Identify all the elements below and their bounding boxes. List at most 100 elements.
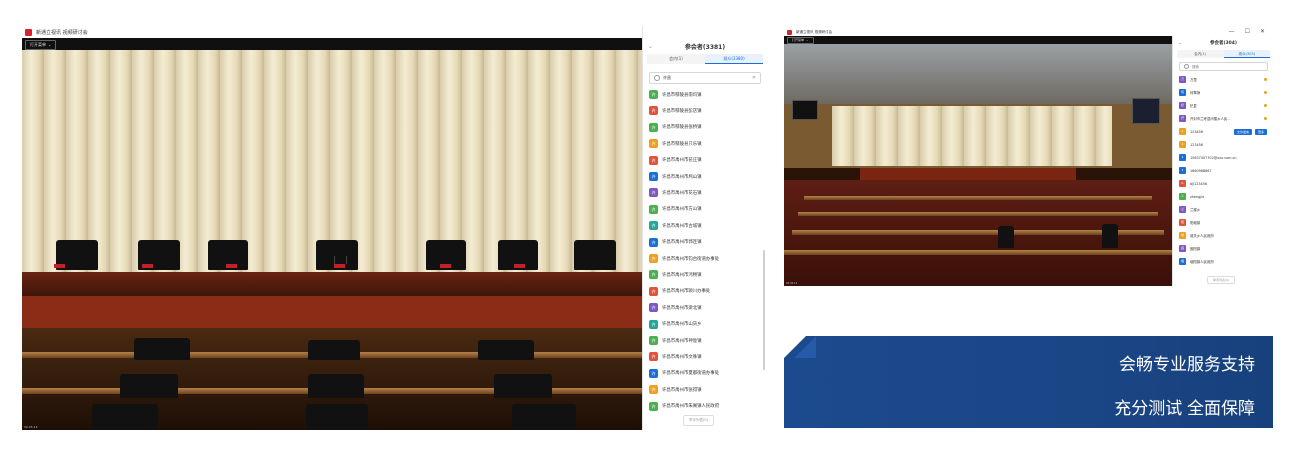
window-controls: — ☐ ✕ — [1229, 28, 1265, 36]
menu-button[interactable]: 打开菜单 ⌄ — [25, 40, 57, 50]
participant-row[interactable]: 许许昌市禹州市山货乡 — [649, 316, 761, 333]
video-area[interactable]: 打开菜单 ⌄ 00:05:14 — [22, 38, 642, 430]
avatar: 杞 — [1179, 102, 1186, 109]
participant-list[interactable]: 许许昌市鄢陵县南坞镇许许昌市鄢陵县彭店镇许许昌市鄢陵县张桥镇许许昌市鄢陵县只乐镇… — [643, 86, 761, 412]
tab-in-meeting[interactable]: 会内(1) — [647, 54, 705, 64]
participant-row[interactable]: 固固阳镇 — [1179, 243, 1270, 254]
participant-row[interactable]: 许许昌市禹州市颍川办事处 — [649, 283, 761, 300]
participant-name: 兰楼乡 — [1190, 208, 1201, 212]
menu-button[interactable]: 打开菜单 ⌄ — [787, 37, 814, 44]
participant-row[interactable]: 许许昌市禹州市夏都街道办事处 — [649, 365, 761, 382]
participant-row[interactable]: 许许昌市鄢陵县只乐镇 — [649, 135, 761, 152]
raise-hand-list-button[interactable]: 举手列表(0) — [683, 415, 714, 426]
participant-row[interactable]: 许许昌市禹州市梁北镇 — [649, 299, 761, 316]
hand-raised-icon — [1264, 104, 1267, 107]
menu-button-label: 打开菜单 — [792, 38, 805, 42]
avatar: 1 — [1179, 167, 1186, 174]
participant-row[interactable]: 开开封市兰考县闫楼乡人民... — [1179, 113, 1270, 124]
participant-row[interactable]: 许许昌市禹州市花石镇 — [649, 184, 761, 201]
participant-row[interactable]: 许许昌市鄢陵县张桥镇 — [649, 119, 761, 136]
avatar: 许 — [649, 204, 658, 214]
camera — [1102, 224, 1118, 248]
stage-curtain — [22, 50, 642, 272]
ceiling — [784, 44, 1172, 104]
participant-row[interactable]: 许许昌市禹州市鸿畅镇 — [649, 266, 761, 283]
avatar: 许 — [649, 155, 658, 165]
participant-name: 许昌市禹州市苌庄镇 — [662, 158, 702, 164]
participant-row[interactable]: 许许昌市禹州市朱阁镇人民政府 — [649, 398, 761, 415]
participant-row[interactable]: 许许昌市禹州市神垕镇 — [649, 332, 761, 349]
search-input[interactable] — [663, 74, 752, 82]
participant-row[interactable]: 1 1660988667 — [1179, 165, 1270, 176]
app-logo-icon — [25, 28, 32, 36]
participant-row[interactable]: 1 123456 允许发言 更多 — [1179, 126, 1270, 137]
clear-icon[interactable]: ✕ — [752, 75, 756, 81]
scrollbar[interactable] — [763, 250, 765, 370]
participant-row[interactable]: 阳阳堌镇 — [1179, 217, 1270, 228]
raise-hand-list-button[interactable]: 举手列表(0) — [1207, 276, 1236, 284]
participant-list[interactable]: 万万里何何翠静杞杞县开开封市兰考县闫楼乡人民... 1 123456 允许发言 更多 1 1… — [1173, 74, 1273, 274]
participant-row[interactable]: 许许昌市禹州市方山镇 — [649, 201, 761, 218]
more-button[interactable]: 更多 — [1254, 128, 1267, 135]
participant-row[interactable]: 1 15637407702@xxx.com.cn — [1179, 152, 1270, 163]
tab-audience[interactable]: 观众(3380) — [705, 54, 763, 64]
participant-row[interactable]: 城城关乡人民政府 — [1179, 230, 1270, 241]
nameplate — [440, 264, 451, 268]
participant-name: bjl123456 — [1190, 181, 1207, 186]
participant-row[interactable]: z zhengjie — [1179, 191, 1270, 202]
participant-name: 堌阳镇人民政府 — [1190, 260, 1214, 264]
participant-row[interactable]: 许许昌市鄢陵县彭店镇 — [649, 102, 761, 119]
participant-name: 阳堌镇 — [1190, 221, 1201, 225]
close-button[interactable]: ✕ — [1260, 28, 1265, 36]
avatar: 许 — [649, 286, 658, 296]
participant-row[interactable]: 何何翠静 — [1179, 87, 1270, 98]
participant-row[interactable]: 许许昌市禹州市古城镇 — [649, 217, 761, 234]
audience-chair — [308, 340, 360, 360]
tab-in-meeting[interactable]: 会内(1) — [1177, 50, 1224, 58]
participant-row[interactable]: 许许昌市禹州市苌庄镇 — [649, 152, 761, 169]
avatar: 堌 — [1179, 258, 1186, 265]
participant-row[interactable]: b bjl123456 — [1179, 178, 1270, 189]
search-icon — [654, 75, 660, 81]
participant-row[interactable]: 兰兰楼乡 — [1179, 204, 1270, 215]
participant-name: 许昌市鄢陵县南坞镇 — [662, 92, 702, 98]
participant-row[interactable]: 堌堌阳镇人民政府 — [1179, 256, 1270, 267]
app-logo-icon — [787, 29, 792, 35]
participant-row[interactable]: 许许昌市禹州市鸠山镇 — [649, 168, 761, 185]
participant-name: 123456 — [1190, 142, 1203, 147]
participant-row[interactable]: 杞杞县 — [1179, 100, 1270, 111]
audience-chair — [308, 374, 364, 398]
participant-name: 许昌市禹州市颍川办事处 — [662, 289, 711, 295]
participant-row[interactable]: 许许昌市禹州市文殊镇 — [649, 348, 761, 365]
chevron-down-icon[interactable]: ⌄ — [648, 43, 653, 50]
participant-name: 123456 — [1190, 129, 1203, 134]
participant-row[interactable]: 许许昌市禹州市郭连镇 — [649, 234, 761, 251]
participant-name: 许昌市鄢陵县彭店镇 — [662, 108, 702, 114]
screen-right — [1132, 98, 1160, 124]
participant-row[interactable]: 许许昌市鄢陵县南坞镇 — [649, 86, 761, 103]
participant-name: 许昌市禹州市神垕镇 — [662, 338, 702, 344]
chevron-down-icon: ⌄ — [48, 42, 52, 47]
video-area[interactable]: 打开菜单 ⌄ 00:05:14 — [784, 36, 1172, 286]
window-title: 新通立视讯 视频研讨会 — [796, 29, 833, 34]
nameplate — [514, 264, 525, 268]
restore-button[interactable]: ☐ — [1245, 28, 1250, 36]
avatar: 1 — [1179, 141, 1186, 148]
avatar: 许 — [649, 336, 658, 345]
participant-name: 开封市兰考县闫楼乡人民... — [1190, 117, 1231, 121]
audience-chair — [134, 338, 190, 360]
participant-name: 1660988667 — [1190, 168, 1212, 173]
minimize-button[interactable]: — — [1229, 28, 1235, 36]
allow-speak-button[interactable]: 允许发言 — [1233, 128, 1252, 135]
participant-name: 许昌市禹州市鸿畅镇 — [662, 272, 702, 278]
participant-row[interactable]: 万万里 — [1179, 74, 1270, 85]
search-input[interactable] — [1192, 63, 1267, 70]
participant-row[interactable]: 许许昌市禹州市张得镇 — [649, 381, 761, 398]
participant-row[interactable]: 1 123456 — [1179, 139, 1270, 150]
participant-row[interactable]: 许许昌市禹州市钧台街道办事处 — [649, 250, 761, 267]
tab-audience[interactable]: 观众(303) — [1223, 50, 1270, 58]
window-title: 新通立视讯 视频研讨会 — [36, 29, 88, 36]
chevron-down-icon[interactable]: ⌄ — [1178, 40, 1182, 46]
participant-name: 固阳镇 — [1190, 247, 1201, 251]
audience-chair — [512, 404, 576, 430]
